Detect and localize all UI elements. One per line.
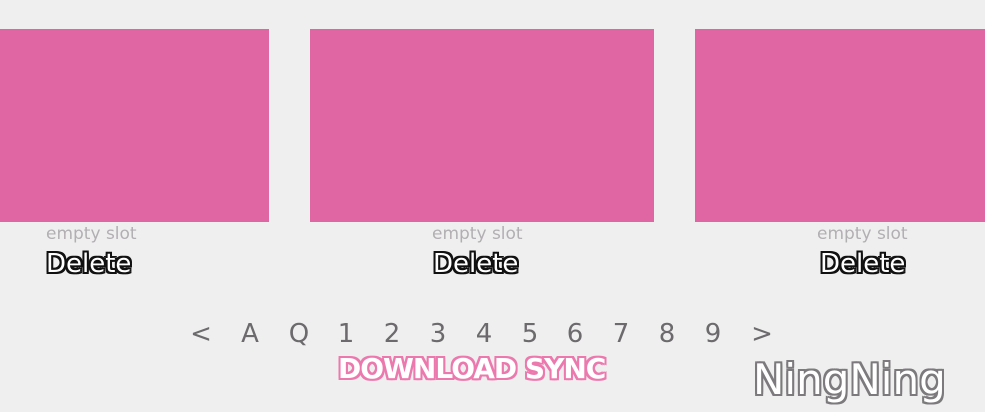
next-page-button[interactable]: > [747, 316, 777, 352]
page-button-7[interactable]: 7 [606, 316, 636, 352]
slot-status-label: empty slot [46, 224, 137, 244]
slot-status-label: empty slot [817, 224, 908, 244]
page-button-4[interactable]: 4 [469, 316, 499, 352]
page-button-5[interactable]: 5 [515, 316, 545, 352]
download-sync-button[interactable]: DOWNLOAD SYNC [338, 351, 606, 387]
page-button-auto[interactable]: A [235, 316, 265, 352]
page-button-quick[interactable]: Q [284, 316, 314, 352]
delete-slot-button[interactable]: Delete [46, 248, 131, 280]
save-slot-thumbnail[interactable] [310, 29, 654, 222]
page-button-1[interactable]: 1 [331, 316, 361, 352]
page-button-8[interactable]: 8 [652, 316, 682, 352]
delete-slot-button[interactable]: Delete [820, 248, 905, 280]
watermark: NingNing [753, 355, 946, 404]
page-button-3[interactable]: 3 [423, 316, 453, 352]
slot-status-label: empty slot [432, 224, 523, 244]
save-slot-thumbnail[interactable] [0, 29, 269, 222]
page-button-2[interactable]: 2 [377, 316, 407, 352]
delete-slot-button[interactable]: Delete [433, 248, 518, 280]
page-button-6[interactable]: 6 [560, 316, 590, 352]
page-button-9[interactable]: 9 [698, 316, 728, 352]
save-slot-thumbnail[interactable] [695, 29, 985, 222]
previous-page-button[interactable]: < [186, 316, 216, 352]
page-navigation: < A Q 1 2 3 4 5 6 7 8 9 > [0, 316, 985, 352]
